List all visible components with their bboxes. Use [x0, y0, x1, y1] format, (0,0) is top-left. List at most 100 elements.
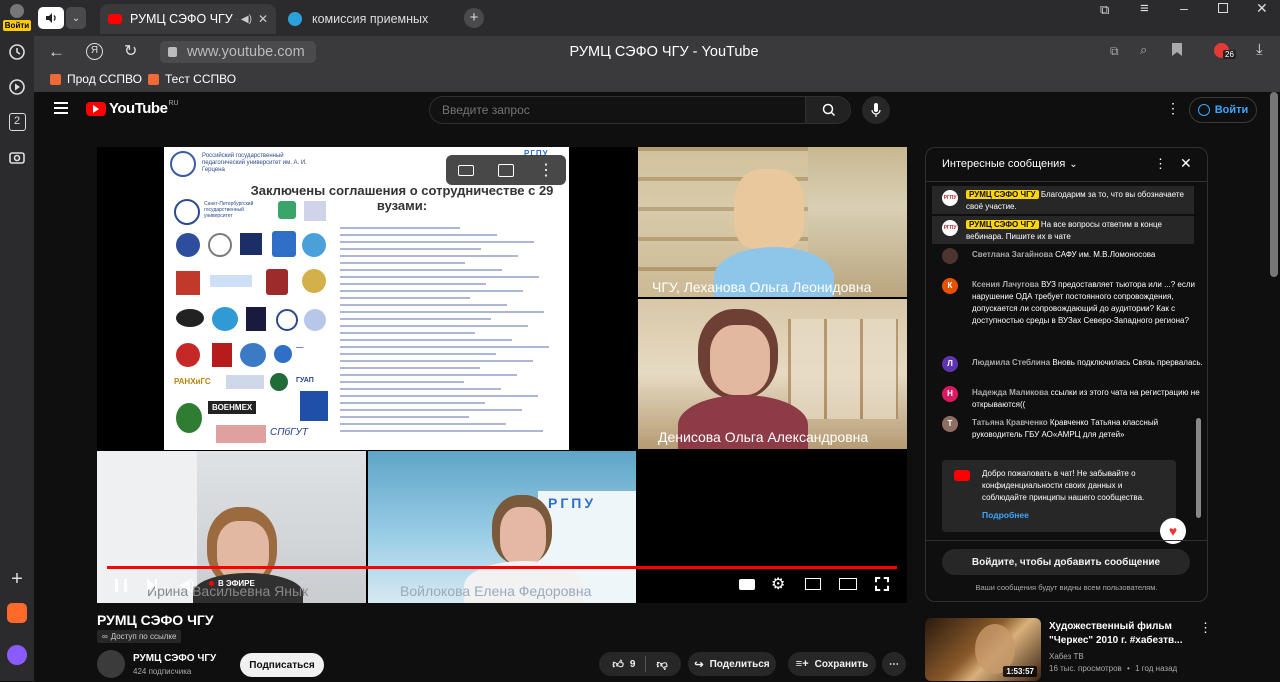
progress-bar[interactable] [107, 566, 897, 569]
participant-name: Денисова Ольга Александровна [658, 429, 869, 445]
user-avatar: Н [942, 386, 958, 402]
menu-icon[interactable]: ≡ [1140, 0, 1149, 17]
tabs-count-icon[interactable]: 2 [5, 110, 29, 134]
bookmark-test-sspvo[interactable]: Тест ССПВО [148, 72, 236, 86]
media-play-icon[interactable] [5, 75, 29, 99]
live-badge[interactable]: В ЭФИРЕ [209, 579, 255, 588]
bookmark-favicon-icon [148, 73, 159, 85]
youtube-logo[interactable]: YouTube RU [86, 100, 179, 117]
slide-list-line [340, 325, 528, 327]
screenshot-icon[interactable] [5, 145, 29, 169]
chat-options-icon[interactable]: ⋮ [1154, 156, 1167, 172]
pause-button[interactable] [115, 579, 127, 592]
voenmeh-logo-text: ВОЕНМЕХ [208, 401, 257, 414]
address-bar: ← Я ↻ www.youtube.com РУМЦ СЭФО ЧГУ - Yo… [34, 36, 1280, 68]
downloads-icon[interactable]: ⤓ [1256, 41, 1263, 58]
recommended-menu-icon[interactable]: ⋮ [1199, 620, 1212, 636]
market-icon[interactable] [5, 601, 29, 625]
minimize-icon[interactable]: – [1180, 0, 1188, 16]
subtitles-icon[interactable] [739, 579, 755, 590]
chat-scrollbar[interactable] [1196, 418, 1201, 518]
subscriber-count: 424 подписчика [133, 667, 192, 676]
tab-audio-button[interactable] [38, 7, 64, 29]
yandex-home-icon[interactable]: Я [86, 43, 103, 60]
alice-icon[interactable] [5, 643, 29, 667]
live-dot-icon [209, 581, 214, 586]
chat-mode-label: Интересные сообщения [942, 158, 1066, 170]
chat-signin-button[interactable]: Войдите, чтобы добавить сообщение [942, 549, 1190, 575]
history-icon[interactable] [5, 40, 29, 64]
volume-icon[interactable]: ◀) [179, 576, 194, 593]
signin-button[interactable]: Войти [1189, 97, 1257, 123]
close-window-icon[interactable]: ✕ [1256, 0, 1268, 17]
maximize-icon[interactable] [1218, 3, 1228, 13]
like-button[interactable]: 👍︎ 9 [612, 658, 635, 671]
tab-close-icon[interactable]: ✕ [258, 12, 268, 26]
profile-button[interactable]: Войти [3, 2, 31, 32]
bookmark-icon[interactable] [1172, 43, 1182, 56]
close-chat-icon[interactable]: ✕ [1180, 155, 1192, 172]
chat-message: РГПУ РУМЦ СЭФО ЧГУ Благодарим за то, что… [932, 186, 1194, 214]
guide-menu-icon[interactable] [54, 102, 68, 114]
pip-icon[interactable] [498, 163, 514, 177]
search-page-icon[interactable]: ⌕ [1140, 42, 1147, 58]
fullscreen-icon[interactable] [875, 577, 889, 591]
slide-overlay-controls[interactable]: ⋮ [446, 155, 566, 185]
welcome-link[interactable]: Подробнее [982, 510, 1029, 520]
search-button[interactable] [805, 97, 850, 123]
reload-icon[interactable]: ↻ [124, 41, 137, 61]
spbgu-logo-text: Санкт-Петербургский государственный унив… [204, 201, 254, 219]
settings-gear-icon[interactable]: ⚙ [771, 574, 785, 594]
bookmark-prod-sspvo[interactable]: Прод ССПВО [50, 72, 142, 86]
chat-author: РУМЦ СЭФО ЧГУ [966, 220, 1039, 229]
recommended-video[interactable]: 1:53:57 Художественный фильм "Черкес" 20… [925, 618, 1217, 682]
rgpu-wall-sign: РГПУ [548, 495, 597, 511]
chat-header: Интересные сообщения ⌄ ⋮ ✕ [926, 148, 1207, 182]
bookmarks-bar: Прод ССПВО Тест ССПВО [34, 68, 1280, 92]
user-avatar: Л [942, 356, 958, 372]
extension-button[interactable]: 26 [1214, 43, 1240, 61]
add-panel-icon[interactable]: + [5, 567, 29, 591]
voice-search-button[interactable] [862, 96, 890, 124]
collections-icon[interactable]: ⧉ [1100, 2, 1109, 18]
settings-dots-icon[interactable]: ⋮ [1166, 100, 1180, 117]
tab-telegram[interactable]: комиссия приемных [280, 4, 456, 34]
url-field[interactable]: www.youtube.com [160, 41, 316, 63]
save-button[interactable]: ≡+ Сохранить [788, 652, 876, 676]
presentation-slide: Российский государственный педагогически… [164, 147, 569, 450]
more-actions-button[interactable]: ⋯ [882, 652, 906, 676]
more-options-icon[interactable]: ⋮ [538, 160, 554, 180]
subscribe-button[interactable]: Подписаться [240, 653, 324, 677]
translate-icon[interactable]: ⧉ [1110, 44, 1119, 59]
share-button[interactable]: ↪ Поделиться [688, 652, 776, 676]
user-avatar: К [942, 278, 958, 294]
slide-list-line [340, 395, 538, 397]
new-tab-button[interactable]: + [464, 8, 484, 28]
chat-text: САФУ им. М.В.Ломоносова [1055, 250, 1156, 259]
miniplayer-icon[interactable] [805, 578, 821, 590]
theater-mode-icon[interactable] [839, 578, 857, 590]
video-thumbnail: 1:53:57 [925, 618, 1041, 681]
captions-toggle-icon[interactable] [458, 164, 474, 176]
browser-sidebar: Войти 2 + [0, 0, 34, 681]
page-scrollbar[interactable] [1270, 92, 1278, 277]
slide-list-line [340, 255, 518, 257]
tabs-dropdown-button[interactable]: ⌄ [66, 7, 86, 29]
chat-footer: Войдите, чтобы добавить сообщение Ваши с… [926, 540, 1207, 601]
profile-signin-label: Войти [3, 20, 31, 31]
search-input[interactable] [430, 97, 805, 123]
next-button[interactable] [147, 579, 157, 591]
chat-mode-dropdown[interactable]: Интересные сообщения ⌄ [942, 158, 1078, 170]
slide-list-line [340, 283, 486, 285]
tab-youtube[interactable]: РУМЦ СЭФО ЧГУ - Y ◀) ✕ [100, 4, 276, 34]
search-box[interactable] [429, 96, 851, 124]
video-player[interactable]: Российский государственный педагогически… [97, 147, 907, 603]
back-icon[interactable]: ← [48, 42, 65, 62]
thumbs-down-icon[interactable]: 👎︎ [656, 658, 667, 671]
channel-avatar[interactable] [97, 650, 125, 678]
channel-name[interactable]: РУМЦ СЭФО ЧГУ [133, 653, 216, 664]
video-title: РУМЦ СЭФО ЧГУ [97, 612, 214, 628]
subscribe-label: Подписаться [249, 659, 315, 671]
extension-badge: 26 [1223, 50, 1236, 59]
chevron-down-icon: ⌄ [71, 12, 81, 24]
